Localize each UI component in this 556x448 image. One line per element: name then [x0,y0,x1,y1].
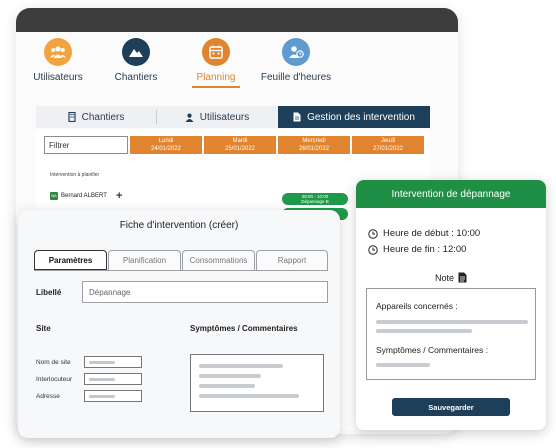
building-icon [67,112,76,122]
stage: Utilisateurs Chantiers Planning Feuille … [0,0,556,448]
placeholder-line [376,329,472,333]
slot-label: Dépannage B [301,199,329,204]
mountain-icon [122,38,150,66]
placeholder-line [376,363,430,367]
person-avatar: BA [50,192,58,200]
day-header-mercredi: Mercredi 26/01/2022 [278,136,350,154]
appareils-label: Appareils concernés : [376,301,458,311]
tab-separator [156,110,157,124]
filter-input[interactable]: Filtrer [44,136,128,154]
clock-icon [368,244,378,255]
section-label: Intervention à planifier [50,172,100,178]
nav-item-planning[interactable]: Planning [176,38,256,88]
day-name: Lundi [158,138,174,144]
window-title-bar [16,8,458,32]
placeholder-line [199,364,283,368]
nav-label-chantiers: Chantiers [114,72,158,83]
day-date: 27/01/2022 [372,146,404,152]
placeholder-line [376,320,528,324]
note-label: Note [434,272,454,283]
field-label-nom-site: Nom de site [36,359,71,366]
add-icon[interactable]: + [116,191,122,202]
intervention-details-box[interactable]: Appareils concernés : Symptômes / Commen… [366,288,536,380]
tab-planification[interactable]: Planification [108,250,181,270]
symptomes-textarea[interactable] [190,354,324,412]
field-label-interlocuteur: Interlocuteur [36,376,73,383]
user-clock-icon [282,38,310,66]
placeholder-line [199,374,261,378]
day-name: Mardi [232,138,248,144]
placeholder-line [199,384,255,388]
fiche-title: Fiche d'intervention (créer) [119,220,239,231]
symptomes-label: Symptômes / Commentaires : [376,345,488,355]
start-time-row: Heure de début : 10:00 [368,228,480,239]
day-name: Mercredi [302,138,326,144]
end-time: Heure de fin : 12:00 [383,244,467,255]
intervention-slot[interactable]: 08:00 - 10:00 Dépannage B [282,193,348,205]
save-button[interactable]: Sauvegarder [392,398,510,416]
nav-active-underline [192,86,240,88]
fiche-tabs: Paramètres Planification Consommations R… [34,250,328,270]
nom-site-input[interactable] [84,356,142,368]
fiche-intervention-panel: Fiche d'intervention (créer) Paramètres … [18,210,340,438]
clock-icon [368,228,378,239]
placeholder-line [199,394,299,398]
tab-chantiers[interactable]: Chantiers [36,106,156,128]
interlocuteur-input[interactable] [84,373,142,385]
tab-gestion-intervention-label: Gestion des intervention [307,111,415,123]
note-icon[interactable] [458,272,467,283]
intervention-detail-panel: Intervention de dépannage Heure de début… [356,180,546,430]
symptomes-title: Symptômes / Commentaires [190,324,298,333]
main-nav: Utilisateurs Chantiers Planning Feuille … [16,38,458,98]
site-title: Site [36,324,51,333]
day-header-lundi: Lundi 24/01/2022 [130,136,202,154]
nav-item-utilisateurs[interactable]: Utilisateurs [18,38,98,83]
day-date: 24/01/2022 [150,146,182,152]
nav-label-planning: Planning [196,72,236,83]
nav-item-feuille-heures[interactable]: Feuille d'heures [256,38,336,83]
start-time: Heure de début : 10:00 [383,228,481,239]
libelle-input[interactable]: Dépannage [82,281,328,303]
document-icon [293,112,301,122]
calendar-icon [202,38,230,66]
tab-utilisateurs[interactable]: Utilisateurs [158,106,276,128]
users-icon [44,38,72,66]
adresse-input[interactable] [84,390,142,402]
nav-item-chantiers[interactable]: Chantiers [96,38,176,83]
day-date: 25/01/2022 [224,146,256,152]
tab-chantiers-label: Chantiers [81,111,125,123]
tabs-baseline [34,270,328,271]
tab-gestion-intervention[interactable]: Gestion des intervention [278,106,430,128]
end-time-row: Heure de fin : 12:00 [368,244,466,255]
person-name: Bernard ALBERT [61,193,107,199]
intervention-title: Intervention de dépannage [356,180,546,208]
module-tabs: Chantiers Utilisateurs Gestion des inter… [36,106,430,128]
nav-label-utilisateurs: Utilisateurs [33,72,83,83]
note-row: Note [356,272,546,283]
tab-parametres[interactable]: Paramètres [34,250,107,270]
libelle-label: Libellé [36,288,62,297]
day-date: 26/01/2022 [298,146,330,152]
day-header-jeudi: Jeudi 27/01/2022 [352,136,424,154]
nav-label-feuille-heures: Feuille d'heures [260,72,332,83]
tab-consommations[interactable]: Consommations [182,250,255,270]
tab-utilisateurs-label: Utilisateurs [199,111,250,123]
day-header-mardi: Mardi 25/01/2022 [204,136,276,154]
tab-rapport[interactable]: Rapport [256,250,328,270]
field-label-adresse: Adresse [36,393,60,400]
day-name: Jeudi [380,138,396,144]
user-icon [185,113,194,122]
